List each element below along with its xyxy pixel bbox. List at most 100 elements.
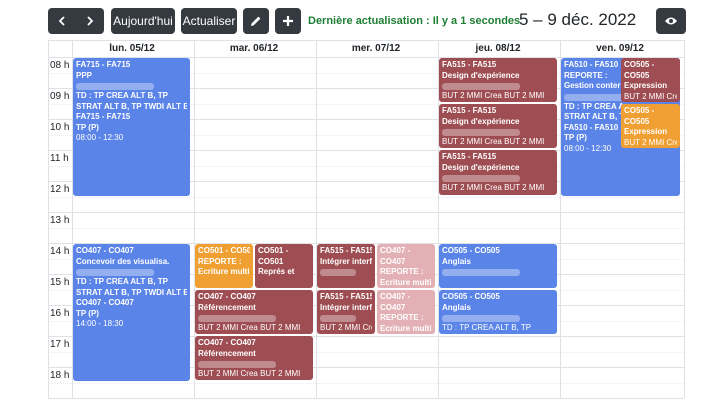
event-title: Design d'expérience <box>442 116 520 126</box>
event-code: CO501 - <box>258 246 289 255</box>
event-code: CO407 - CO407 <box>198 292 256 301</box>
event-tue-a[interactable]: CO501 - CO501 REPORTE : Ecriture multi. <box>195 244 253 288</box>
event-wed-c[interactable]: FA515 - FA515 Intégrer interf BUT 2 MMI … <box>317 290 375 334</box>
event-title: REPORTE : <box>380 313 424 322</box>
event-title: Intégrer interf <box>320 256 372 266</box>
redacted-text <box>76 269 154 276</box>
event-groups: BUT 2 MMI Crea <box>624 137 677 147</box>
day-header-tue: mar. 06/12 <box>229 43 279 54</box>
event-code: CO505 <box>624 70 650 80</box>
event-code: CO407 - CO407 <box>76 298 134 307</box>
event-code: CO407 - <box>380 292 411 301</box>
toggle-view-button[interactable] <box>656 8 686 34</box>
event-code: CO407 <box>380 302 406 312</box>
event-wed-a[interactable]: FA515 - FA515 Intégrer interf <box>317 244 375 288</box>
chevron-left-icon[interactable] <box>48 16 76 26</box>
event-code: CO407 - CO407 <box>198 338 256 347</box>
hour-label: 11 h <box>50 153 69 164</box>
hour-label: 13 h <box>50 215 70 226</box>
event-groups: STRAT ALT B, TP TWDI ALT B <box>76 287 187 297</box>
event-code: FA515 - FA515 <box>442 106 497 115</box>
event-fri-c[interactable]: CO505 - CO505 Expression BUT 2 MMI Crea <box>621 104 680 148</box>
event-groups: BUT 2 MMI Crea <box>320 323 372 332</box>
event-thu-5[interactable]: CO505 - CO505 Anglais TD : TP CREA ALT B… <box>439 290 557 334</box>
redacted-text <box>442 83 521 90</box>
redacted-text <box>442 269 521 276</box>
day-header-thu: jeu. 08/12 <box>475 43 521 54</box>
event-code: FA715 - FA715 <box>76 112 131 121</box>
day-header-wed: mer. 07/12 <box>351 43 401 54</box>
redacted-text <box>198 361 277 368</box>
refresh-button[interactable]: Actualiser <box>181 8 237 34</box>
day-header-mon: lun. 05/12 <box>109 43 155 54</box>
pencil-icon <box>250 15 262 27</box>
grid-line <box>48 197 684 198</box>
event-title: Design d'expérience <box>442 70 520 80</box>
event-title: Concevoir des visualisa. <box>76 256 170 266</box>
hour-label: 16 h <box>50 308 70 319</box>
event-title: Référencement <box>198 348 256 358</box>
event-thu-2[interactable]: FA515 - FA515 Design d'expérience BUT 2 … <box>439 104 557 148</box>
grid-line <box>48 40 684 41</box>
grid-line <box>48 212 684 213</box>
event-thu-3[interactable]: FA515 - FA515 Design d'expérience BUT 2 … <box>439 150 557 195</box>
event-groups: TD : TP CREA ALT B, TP <box>76 277 168 286</box>
date-range-title: 5 – 9 déc. 2022 <box>519 10 637 29</box>
event-title: Ecriture multi. <box>198 267 250 276</box>
grid-line <box>48 398 684 399</box>
redacted-text <box>320 315 357 322</box>
event-code: FA515 - FA515 <box>442 60 497 69</box>
redacted-text <box>320 269 357 276</box>
event-code: CO505 - CO505 <box>442 246 500 255</box>
chevron-right-icon[interactable] <box>76 16 104 26</box>
redacted-text <box>442 315 521 322</box>
event-time: 08:00 - 12:30 <box>76 133 124 142</box>
today-button[interactable]: Aujourd'hui <box>111 8 175 34</box>
event-code: CO505 <box>624 116 650 126</box>
event-code: FA515 - FA515 <box>320 246 372 255</box>
eye-icon <box>664 16 678 26</box>
event-code: CO505 - <box>624 60 655 69</box>
event-groups: BUT 2 MMI Crea <box>624 91 677 101</box>
grid-line <box>48 40 49 398</box>
event-time: 14:00 - 18:30 <box>76 319 124 328</box>
event-title: Ecriture multi. <box>380 323 432 333</box>
event-tue-c[interactable]: CO407 - CO407 Référencement BUT 2 MMI Cr… <box>195 290 313 334</box>
event-groups: STRAT ALT B, TP TWDI ALT B <box>76 101 187 111</box>
event-fri-b[interactable]: CO505 - CO505 Expression BUT 2 MMI Crea <box>621 58 680 102</box>
toolbar: Aujourd'hui Actualiser Dernière actualis… <box>0 0 720 40</box>
event-wed-b[interactable]: CO407 - CO407 REPORTE : Ecriture multi. <box>377 244 435 288</box>
event-code: CO501 - CO501 <box>198 246 250 255</box>
redacted-text <box>198 315 277 322</box>
event-title: Anglais <box>442 256 471 266</box>
event-tue-b[interactable]: CO501 - CO501 Représ et <box>255 244 313 288</box>
day-header-fri: ven. 09/12 <box>596 43 644 54</box>
event-groups: BUT 2 MMI Crea BUT 2 MMI <box>442 137 545 146</box>
event-code: FA515 - FA515 <box>442 152 497 161</box>
event-title: Anglais <box>442 302 471 312</box>
hour-label: 15 h <box>50 277 70 288</box>
edit-button[interactable] <box>243 8 269 34</box>
event-groups: TD : TP CREA ALT B, TP <box>76 91 168 100</box>
event-thu-1[interactable]: FA515 - FA515 Design d'expérience BUT 2 … <box>439 58 557 102</box>
event-title: Intégrer interf <box>320 302 372 312</box>
event-tue-d[interactable]: CO407 - CO407 Référencement BUT 2 MMI Cr… <box>195 336 313 380</box>
add-button[interactable] <box>275 8 301 34</box>
redacted-text <box>442 129 521 136</box>
event-wed-d[interactable]: CO407 - CO407 REPORTE : Ecriture multi. <box>377 290 435 334</box>
grid-line <box>48 228 684 229</box>
plus-icon <box>282 15 294 27</box>
event-mon-morning[interactable]: FA715 - FA715 PPP TD : TP CREA ALT B, TP… <box>73 58 190 196</box>
redacted-text <box>442 175 521 182</box>
grid-line <box>684 40 685 398</box>
hour-label: 09 h <box>50 91 70 102</box>
grid-line <box>48 383 684 384</box>
event-title: Design d'expérience <box>442 162 520 172</box>
event-thu-4[interactable]: CO505 - CO505 Anglais <box>439 244 557 288</box>
event-title: Ecriture multi. <box>380 277 432 287</box>
event-type: TP (P) <box>76 122 99 132</box>
redacted-text <box>76 83 154 90</box>
event-mon-afternoon[interactable]: CO407 - CO407 Concevoir des visualisa. T… <box>73 244 190 381</box>
event-title: REPORTE : <box>380 267 424 276</box>
event-title: Expression <box>624 127 668 136</box>
